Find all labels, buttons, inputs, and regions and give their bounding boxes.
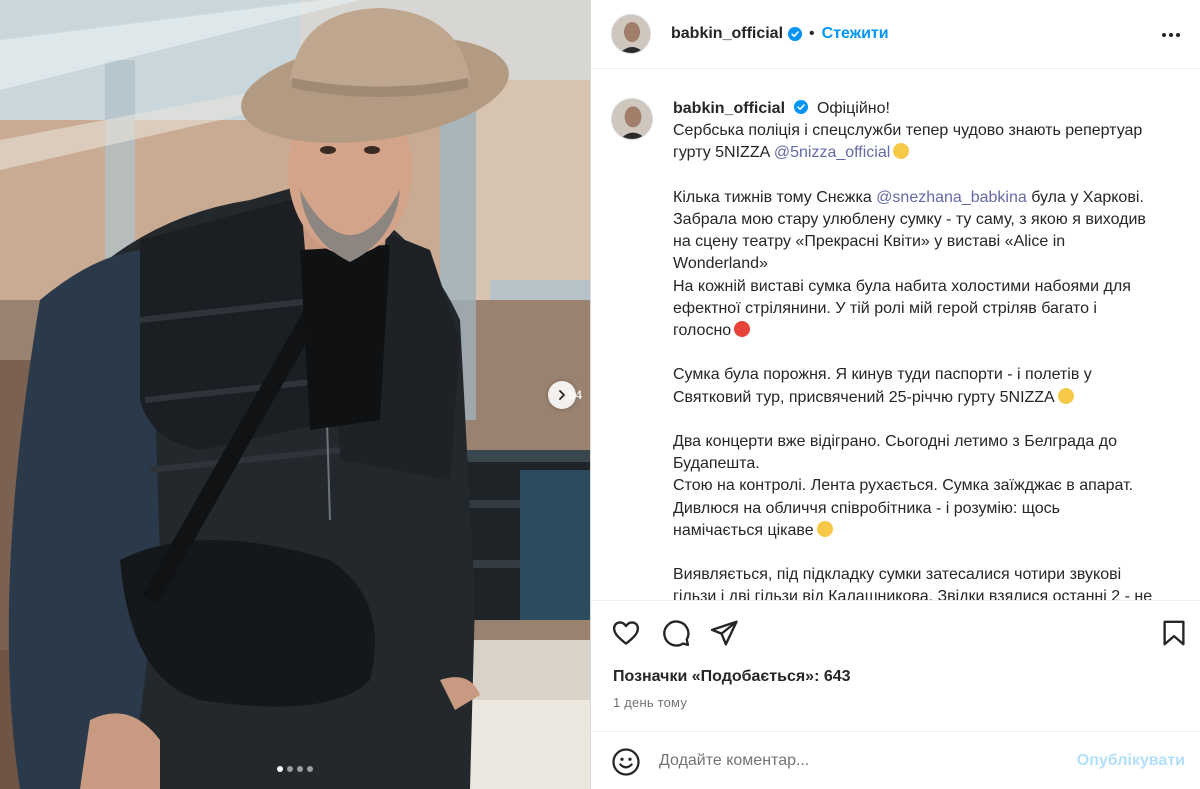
caption-first-text: Офіційно! (816, 100, 890, 117)
caption-line-text: Дивлюся на обличчя співробітника - і роз… (673, 499, 1060, 517)
photo-image (0, 0, 590, 789)
caption-scroll-area[interactable]: babkin_official Офіційно! Сербська поліц… (591, 70, 1200, 600)
caption-line: Стою на контролі. Лента рухається. Сумка… (673, 475, 1193, 497)
avatar[interactable] (611, 14, 651, 54)
carousel-dots (0, 766, 590, 772)
caption-line: Дивлюся на обличчя співробітника - і роз… (673, 498, 1193, 520)
carousel-dot (287, 766, 293, 772)
emoji-icon (734, 321, 751, 338)
caption-line: Святковий тур, присвячений 25-річчю гурт… (673, 387, 1193, 409)
caption-mention-link[interactable]: @snezhana_babkina (876, 189, 1027, 206)
post-header: babkin_official • Стежити (591, 0, 1200, 69)
caption-line: На кожній виставі сумка була набита холо… (673, 276, 1193, 298)
caption-line: гільзи і дві гільзи від Калашникова. Зві… (673, 586, 1193, 600)
caption-line: Забрала мою стару улюблену сумку - ту са… (673, 209, 1193, 231)
caption-line-text: на сцену театру «Прекрасні Квіти» у вист… (673, 233, 1066, 251)
post-timestamp[interactable]: 1 день тому (613, 695, 687, 710)
caption-line: голосно (673, 320, 1193, 342)
emoji-icon (816, 520, 833, 537)
comment-input[interactable] (659, 748, 1059, 774)
publish-button[interactable]: Опублікувати (1077, 752, 1185, 770)
caption-line-text: Будапешта. (673, 455, 760, 473)
caption-line-text: Святковий тур, присвячений 25-річчю гурт… (673, 388, 1055, 406)
caption-line-text: гурту 5NIZZA (673, 144, 774, 162)
more-options-icon[interactable] (1159, 23, 1183, 47)
caption-line-text: гільзи і дві гільзи від Калашникова. Зві… (673, 588, 1153, 600)
emoji-icon (893, 143, 910, 160)
caption-line: Кілька тижнів тому Снєжка @snezhana_babk… (673, 187, 1193, 209)
caption-mention-link[interactable]: @5nizza_official (774, 144, 890, 161)
caption-line-text: Виявляється, під підкладку сумки затесал… (673, 566, 1122, 584)
caption-line: гурту 5NIZZA @5nizza_official (673, 142, 1193, 164)
heart-icon[interactable] (611, 618, 641, 648)
avatar-image (612, 99, 652, 139)
emoji-icon (1057, 387, 1074, 404)
caption-line: Будапешта. (673, 453, 1193, 475)
caption-first-line: babkin_official Офіційно! (673, 98, 1193, 120)
header-separator: • (809, 25, 815, 42)
caption-line: ефектної стрілянини. У тій ролі мій геро… (673, 298, 1193, 320)
smiley-icon[interactable] (611, 747, 641, 777)
avatar-image (612, 15, 650, 53)
caption-line-text: Сербська поліція і спецслужби тепер чудо… (673, 122, 1143, 140)
caption-line-text: Забрала мою стару улюблену сумку - ту са… (673, 211, 1146, 228)
caption-text: babkin_official Офіційно! Сербська поліц… (673, 98, 1193, 600)
caption-line-text: ефектної стрілянини. У тій ролі мій геро… (673, 299, 1097, 317)
share-icon[interactable] (709, 618, 739, 648)
comment-form: Опублікувати (591, 731, 1200, 789)
caption-line: Сумка була порожня. Я кинув туди паспорт… (673, 364, 1193, 386)
header-username[interactable]: babkin_official (671, 25, 783, 43)
post-details-panel: babkin_official • Стежити babkin_officia… (590, 0, 1200, 789)
verified-badge-icon (794, 100, 809, 114)
caption-line-text: голосно (673, 322, 732, 340)
caption-line-text: Стою на контролі. Лента рухається. Сумка… (673, 477, 1134, 495)
caption-line-text: була у Харкові. (1026, 188, 1144, 206)
action-bar (591, 600, 1200, 662)
carousel-dot (277, 766, 283, 772)
caption-line: Wonderland» (673, 253, 1193, 275)
likes-count[interactable]: Позначки «Подобається»: 643 (613, 668, 851, 686)
caption-line: Виявляється, під підкладку сумки затесал… (673, 564, 1193, 586)
caption: babkin_official Офіційно! Сербська поліц… (611, 98, 1193, 600)
caption-line: на сцену театру «Прекрасні Квіти» у вист… (673, 231, 1193, 253)
verified-badge-icon (788, 27, 803, 41)
carousel-next-button[interactable] (548, 381, 576, 409)
carousel-dot (307, 766, 313, 772)
follow-button[interactable]: Стежити (822, 25, 889, 43)
carousel-dot (297, 766, 303, 772)
comment-icon[interactable] (661, 618, 691, 648)
bookmark-icon[interactable] (1159, 618, 1189, 648)
caption-line-text: намічається цікаве (673, 521, 814, 539)
post-photo[interactable]: b4 (0, 0, 590, 789)
caption-line: Сербська поліція і спецслужби тепер чудо… (673, 120, 1193, 142)
caption-line-text: На кожній виставі сумка була набита холо… (673, 277, 1131, 295)
caption-line: Два концерти вже відіграно. Сьогодні лет… (673, 431, 1193, 453)
avatar[interactable] (611, 98, 653, 140)
caption-line-text: Два концерти вже відіграно. Сьогодні лет… (673, 433, 1117, 450)
caption-line-text: Wonderland» (673, 255, 768, 273)
caption-line-text: Кілька тижнів тому Снєжка (673, 188, 877, 206)
caption-username[interactable]: babkin_official (673, 100, 785, 117)
caption-line-text: Сумка була порожня. Я кинув туди паспорт… (673, 366, 1092, 384)
chevron-right-icon (559, 390, 565, 400)
caption-line: намічається цікаве (673, 520, 1193, 542)
